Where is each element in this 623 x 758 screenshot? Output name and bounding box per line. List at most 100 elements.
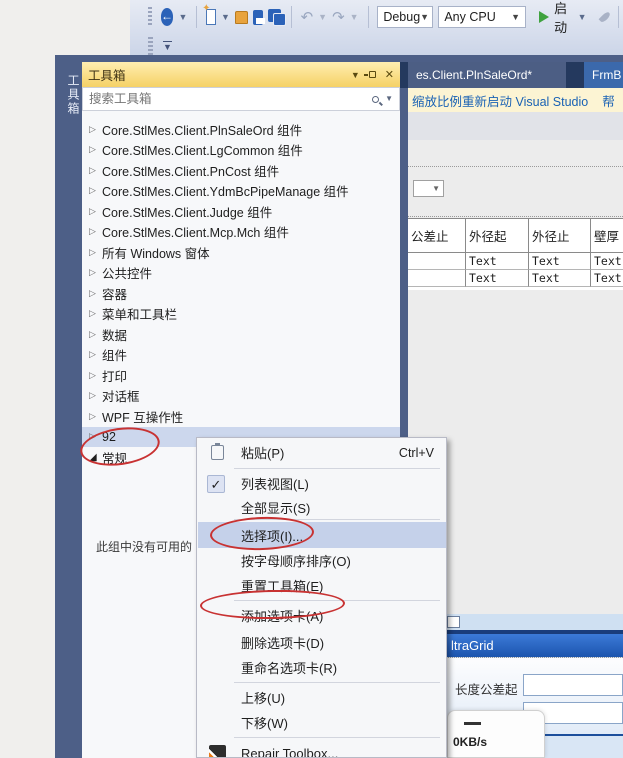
- restart-link[interactable]: 缩放比例重新启动 Visual Studio: [412, 91, 588, 110]
- new-item-button[interactable]: [206, 9, 216, 25]
- new-item-caret-icon[interactable]: ▼: [221, 13, 230, 22]
- paste-icon: [211, 445, 224, 460]
- menu-separator: [234, 468, 440, 469]
- toolbox-group[interactable]: ▷容器: [82, 283, 400, 304]
- menu-item-label: 粘贴(P): [241, 443, 284, 462]
- toolbox-group[interactable]: ▷对话框: [82, 386, 400, 407]
- open-file-button[interactable]: [235, 11, 248, 24]
- expander-collapsed-icon[interactable]: ▷: [89, 247, 102, 258]
- menu-item-move-down[interactable]: 下移(W): [198, 710, 446, 735]
- toolbar-grip-handle[interactable]: [148, 37, 153, 57]
- navigate-back-button[interactable]: ←: [161, 8, 174, 26]
- grid-header-cell: 外径止: [529, 219, 591, 253]
- toolbox-group-label: Core.StlMes.Client.Judge 组件: [102, 202, 272, 221]
- undo-caret-icon[interactable]: ▼: [318, 13, 327, 22]
- toolbar-grip-handle[interactable]: [148, 7, 152, 27]
- window-position-caret-icon[interactable]: ▼: [351, 70, 360, 80]
- expander-collapsed-icon[interactable]: ▷: [89, 390, 102, 401]
- toolbox-group[interactable]: ▷Core.StlMes.Client.PlnSaleOrd 组件: [82, 119, 400, 140]
- undo-button[interactable]: ↶: [301, 10, 314, 25]
- toolbox-group[interactable]: ▷所有 Windows 窗体: [82, 242, 400, 263]
- designer-combobox[interactable]: ▼: [413, 180, 444, 197]
- ultragrid-top-strip: [440, 614, 623, 630]
- menu-item-sort-alphabetically[interactable]: 按字母顺序排序(O): [198, 548, 446, 573]
- toolbox-group[interactable]: ▷数据: [82, 324, 400, 345]
- grid-header-cell: 公差止: [408, 219, 466, 253]
- document-tabstrip: es.Client.PlnSaleOrd* FrmB: [400, 62, 623, 88]
- toolbox-group[interactable]: ▷Core.StlMes.Client.YdmBcPipeManage 组件: [82, 181, 400, 202]
- expander-collapsed-icon[interactable]: ▷: [89, 165, 102, 176]
- expander-collapsed-icon[interactable]: ▷: [89, 308, 102, 319]
- menu-item-label: 删除选项卡(D): [241, 633, 324, 652]
- toolbox-group[interactable]: ▷Core.StlMes.Client.LgCommon 组件: [82, 140, 400, 161]
- toolbox-group-label: 数据: [102, 325, 127, 344]
- menu-item-label: Repair Toolbox...: [241, 746, 338, 758]
- expander-collapsed-icon[interactable]: ▷: [89, 226, 102, 237]
- grid-header-row: 公差止 外径起 外径止 壁厚: [408, 219, 623, 253]
- menu-item-show-all[interactable]: 全部显示(S): [198, 495, 446, 520]
- expander-collapsed-icon[interactable]: ▷: [89, 411, 102, 422]
- designer-dotted-guide: [408, 166, 623, 167]
- expander-collapsed-icon[interactable]: ▷: [89, 267, 102, 278]
- expander-collapsed-icon[interactable]: ▷: [89, 144, 102, 155]
- document-tab-active[interactable]: es.Client.PlnSaleOrd*: [408, 62, 566, 88]
- toolbox-group[interactable]: ▷菜单和工具栏: [82, 304, 400, 325]
- expander-collapsed-icon[interactable]: ▷: [89, 370, 102, 381]
- menu-item-delete-tab[interactable]: 删除选项卡(D): [198, 630, 446, 655]
- length-tolerance-start-input[interactable]: [523, 674, 623, 696]
- toolbox-group[interactable]: ▷Core.StlMes.Client.Mcp.Mch 组件: [82, 222, 400, 243]
- toolbox-group-label: 公共控件: [102, 263, 152, 282]
- toolbar-overflow-icon[interactable]: ▼: [163, 41, 172, 53]
- grid-cell: Text: [591, 270, 623, 287]
- menu-item-repair-toolbox[interactable]: Repair Toolbox...: [198, 741, 446, 758]
- toolbox-search-input[interactable]: [89, 92, 372, 106]
- start-debug-caret-icon[interactable]: ▼: [578, 13, 587, 22]
- save-all-button[interactable]: [268, 9, 282, 26]
- menu-item-move-up[interactable]: 上移(U): [198, 685, 446, 710]
- start-debug-button[interactable]: 启动: [554, 0, 573, 36]
- solution-configuration-combo[interactable]: Debug ▼: [377, 6, 433, 28]
- check-icon: ✓: [207, 475, 225, 493]
- expander-collapsed-icon[interactable]: ▷: [89, 124, 102, 135]
- close-icon[interactable]: ✕: [385, 68, 394, 81]
- toolbox-group[interactable]: ▷WPF 互操作性: [82, 406, 400, 427]
- help-link[interactable]: 帮: [602, 91, 615, 110]
- toolbox-vertical-tab[interactable]: 工具箱: [55, 62, 82, 122]
- menu-item-label: 上移(U): [241, 688, 285, 707]
- search-options-caret-icon[interactable]: ▼: [385, 95, 393, 103]
- expander-collapsed-icon[interactable]: ▷: [89, 349, 102, 360]
- grid-cell: Text: [591, 253, 623, 270]
- expander-collapsed-icon[interactable]: ▷: [89, 288, 102, 299]
- menu-item-label: 下移(W): [241, 713, 288, 732]
- toolbox-group-label: 打印: [102, 366, 127, 385]
- menu-shortcut: Ctrl+V: [399, 446, 434, 460]
- document-tab[interactable]: FrmB: [584, 62, 623, 88]
- navigate-back-caret-icon[interactable]: ▼: [178, 13, 187, 22]
- expander-collapsed-icon[interactable]: ▷: [89, 185, 102, 196]
- grid-header-cell: 外径起: [466, 219, 529, 253]
- combo-caret-icon: ▼: [511, 13, 520, 22]
- menu-item-list-view[interactable]: ✓ 列表视图(L): [198, 471, 446, 496]
- toolbox-group-label: Core.StlMes.Client.YdmBcPipeManage 组件: [102, 181, 349, 200]
- solution-platform-combo[interactable]: Any CPU ▼: [438, 6, 526, 28]
- redo-button[interactable]: ↷: [332, 10, 345, 25]
- toolbox-group[interactable]: ▷公共控件: [82, 263, 400, 284]
- toolbox-group-label: Core.StlMes.Client.Mcp.Mch 组件: [102, 222, 289, 241]
- save-button[interactable]: [253, 10, 264, 25]
- toolbar-separator: [196, 6, 197, 28]
- grid-header-cell: 壁厚: [591, 219, 623, 253]
- start-debug-play-icon[interactable]: [539, 11, 549, 23]
- redo-caret-icon[interactable]: ▼: [350, 13, 359, 22]
- pin-icon[interactable]: [369, 71, 376, 78]
- menu-item-paste[interactable]: 粘贴(P) Ctrl+V: [198, 440, 446, 465]
- expander-collapsed-icon[interactable]: ▷: [89, 329, 102, 340]
- expander-collapsed-icon[interactable]: ▷: [89, 206, 102, 217]
- toolbox-group[interactable]: ▷Core.StlMes.Client.Judge 组件: [82, 201, 400, 222]
- toolbox-group[interactable]: ▷组件: [82, 345, 400, 366]
- flame-icon[interactable]: [598, 11, 611, 24]
- menu-item-rename-tab[interactable]: 重命名选项卡(R): [198, 655, 446, 680]
- toolbox-group[interactable]: ▷Core.StlMes.Client.PnCost 组件: [82, 160, 400, 181]
- screenshot-root: ← ▼ ▼ ↶ ▼ ↷ ▼ Debug ▼ Any CPU ▼ 启动 ▼: [0, 0, 623, 758]
- search-icon[interactable]: [372, 96, 379, 103]
- toolbox-group[interactable]: ▷打印: [82, 365, 400, 386]
